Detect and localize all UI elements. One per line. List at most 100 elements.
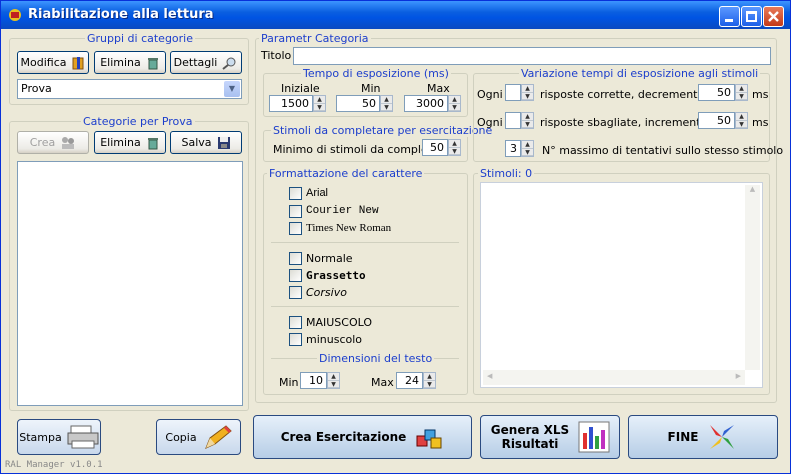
minimo-stimoli-stepper[interactable]: 50: [422, 139, 448, 156]
style-grassetto-label: Grassetto: [306, 269, 366, 282]
max-stepper[interactable]: 3000: [404, 95, 448, 112]
salva-label: Salva: [181, 136, 212, 149]
font-courier-checkbox[interactable]: [289, 205, 302, 218]
incrementa-value: 50: [717, 114, 731, 127]
minimo-stimoli-spin-arrows[interactable]: ▲ ▼: [448, 139, 461, 156]
style-normale-label: Normale: [306, 252, 353, 265]
ms-label-2: ms: [752, 116, 769, 129]
app-window: Riabilitazione alla lettura Gruppi di ca…: [0, 0, 791, 474]
modifica-button[interactable]: Modifica: [17, 51, 89, 74]
divider: [271, 306, 459, 307]
crea-esercitazione-button[interactable]: Crea Esercitazione: [253, 415, 472, 459]
stimoli-title: Stimoli: 0: [478, 167, 535, 180]
font-times-checkbox[interactable]: [289, 222, 302, 235]
elimina-gruppo-button[interactable]: Elimina: [94, 51, 166, 74]
copia-button[interactable]: Copia: [156, 419, 241, 455]
gruppi-select[interactable]: Prova ▼: [17, 79, 242, 99]
pencil-icon: [204, 425, 232, 449]
trash-icon: [147, 57, 158, 69]
elimina-categoria-button[interactable]: Elimina: [94, 131, 166, 154]
min-value: 50: [362, 97, 376, 110]
ogni1-label: Ogni: [477, 88, 503, 101]
ogni2-label: Ogni: [477, 116, 503, 129]
corrette-count-arrows[interactable]: ▲ ▼: [521, 84, 534, 101]
stampa-button[interactable]: Stampa: [17, 419, 101, 455]
salva-button[interactable]: Salva: [170, 131, 242, 154]
dim-min-label: Min: [279, 376, 299, 389]
dim-max-arrows[interactable]: ▲ ▼: [423, 372, 436, 389]
formattazione-title: Formattazione del carattere: [267, 167, 425, 180]
close-button[interactable]: [763, 6, 784, 27]
bar-chart-icon: [578, 421, 610, 453]
minimo-stimoli-value: 50: [430, 141, 444, 154]
tentativi-stepper[interactable]: 3: [505, 140, 521, 157]
font-times-label: Times New Roman: [306, 222, 392, 234]
crea-button[interactable]: Crea: [17, 131, 89, 154]
gruppi-title: Gruppi di categorie: [85, 32, 195, 45]
dim-min-value: 10: [309, 374, 323, 387]
titolo-input[interactable]: [293, 47, 771, 65]
stimoli-list[interactable]: ▲ ◀ ▶: [480, 182, 763, 388]
tentativi-arrows[interactable]: ▲ ▼: [521, 140, 534, 157]
style-corsivo-checkbox[interactable]: [289, 286, 302, 299]
ms-label-1: ms: [752, 88, 769, 101]
iniziale-value: 1500: [281, 97, 309, 110]
font-arial-label: Arial: [306, 187, 329, 199]
case-maiuscolo-label: MAIUSCOLO: [306, 316, 373, 329]
stampa-label: Stampa: [19, 430, 62, 444]
corrette-count-stepper[interactable]: [505, 84, 521, 101]
params-title: Parametr Categoria: [259, 32, 371, 45]
decrementa-arrows[interactable]: ▲ ▼: [735, 84, 748, 101]
case-maiuscolo-checkbox[interactable]: [289, 316, 302, 329]
trash-icon: [147, 137, 158, 149]
crea-esercitazione-label: Crea Esercitazione: [280, 430, 407, 444]
minimize-button[interactable]: [719, 6, 740, 27]
crea-label: Crea: [29, 136, 56, 149]
incrementa-arrows[interactable]: ▲ ▼: [735, 112, 748, 129]
elimina-cat-label: Elimina: [100, 136, 141, 149]
iniziale-spin-arrows[interactable]: ▲ ▼: [313, 95, 326, 112]
sbagliate-text: risposte sbagliate, incrementa di: [540, 116, 721, 129]
chevron-down-icon[interactable]: ▼: [224, 81, 240, 97]
iniziale-stepper[interactable]: 1500: [269, 95, 313, 112]
categorie-list[interactable]: [17, 161, 243, 406]
min-label: Min: [361, 82, 381, 95]
gruppi-selected-value: Prova: [21, 82, 52, 95]
max-value: 3000: [416, 97, 444, 110]
font-arial-checkbox[interactable]: [289, 187, 302, 200]
genera-xls-button[interactable]: Genera XLS Risultati: [480, 415, 620, 459]
style-grassetto-checkbox[interactable]: [289, 269, 302, 282]
min-spin-arrows[interactable]: ▲ ▼: [380, 95, 393, 112]
tentativi-value: 3: [510, 142, 517, 155]
vertical-scrollbar[interactable]: ▲: [745, 185, 760, 370]
max-spin-arrows[interactable]: ▲ ▼: [448, 95, 461, 112]
dim-min-stepper[interactable]: 10: [300, 372, 327, 389]
dettagli-button[interactable]: Dettagli: [170, 51, 242, 74]
case-minuscolo-label: minuscolo: [306, 333, 363, 346]
stimoli-compl-title: Stimoli da completare per esercitazione: [271, 124, 495, 137]
sbagliate-count-stepper[interactable]: [505, 112, 521, 129]
horizontal-scrollbar[interactable]: ◀ ▶: [483, 370, 745, 385]
dim-max-value: 24: [405, 374, 419, 387]
sbagliate-count-arrows[interactable]: ▲ ▼: [521, 112, 534, 129]
dim-min-arrows[interactable]: ▲ ▼: [327, 372, 340, 389]
divider: [271, 242, 459, 243]
corrette-text: risposte corrette, decrementa di: [540, 88, 718, 101]
variazione-title: Variazione tempi di esposizione agli sti…: [519, 67, 761, 80]
maximize-button[interactable]: [741, 6, 762, 27]
close-icon: [768, 11, 779, 22]
tentativi-text: N° massimo di tentativi sullo stesso sti…: [542, 144, 784, 157]
style-corsivo-label: Corsivo: [306, 286, 347, 299]
tempo-title: Tempo di esposizione (ms): [301, 67, 451, 80]
decrementa-stepper[interactable]: 50: [698, 84, 735, 101]
floppy-disk-icon: [217, 136, 230, 149]
app-icon: [9, 9, 21, 21]
min-stepper[interactable]: 50: [336, 95, 380, 112]
style-normale-checkbox[interactable]: [289, 252, 302, 265]
case-minuscolo-checkbox[interactable]: [289, 333, 302, 346]
printer-icon: [67, 425, 99, 449]
incrementa-stepper[interactable]: 50: [698, 112, 735, 129]
copia-label: Copia: [165, 430, 197, 444]
fine-button[interactable]: FINE: [628, 415, 778, 459]
dim-max-stepper[interactable]: 24: [396, 372, 423, 389]
